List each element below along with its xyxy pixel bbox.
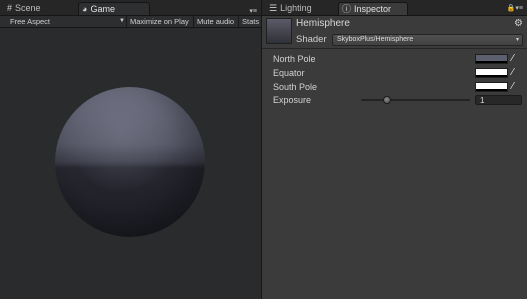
- chevron-down-icon: ▼: [119, 18, 125, 24]
- material-thumbnail: [266, 18, 292, 44]
- game-viewport[interactable]: [0, 28, 261, 299]
- tab-lighting[interactable]: ☰ Lighting: [266, 2, 334, 15]
- exposure-slider-track[interactable]: [361, 99, 470, 101]
- aspect-dropdown[interactable]: Free Aspect: [10, 16, 50, 27]
- north-pole-color-field[interactable]: [475, 54, 508, 64]
- material-header: Hemisphere ⚙ Shader SkyboxPlus/Hemispher…: [262, 16, 527, 49]
- hemisphere-preview-sphere: [55, 87, 205, 237]
- property-north-pole: North Pole ⁄: [273, 53, 523, 65]
- info-icon: ⓘ: [342, 4, 352, 14]
- eyedropper-icon[interactable]: ⁄: [512, 53, 522, 65]
- panel-menu-icon[interactable]: ▾≡: [249, 7, 257, 15]
- toolbar-divider: [238, 16, 239, 27]
- shader-dropdown[interactable]: SkyboxPlus/Hemisphere ▾: [332, 34, 523, 46]
- tab-inspector[interactable]: ⓘ Inspector: [338, 2, 408, 15]
- mute-audio-toggle[interactable]: Mute audio: [197, 16, 234, 27]
- gear-icon[interactable]: ⚙: [514, 18, 523, 29]
- dropdown-arrow-icon: ▾: [515, 37, 519, 43]
- right-tab-bar: ☰ Lighting ⓘ Inspector 🔒▾≡: [262, 0, 527, 16]
- property-south-pole: South Pole ⁄: [273, 81, 523, 93]
- game-panel: # Scene ◕ Game ▾≡ Free Aspect ▼ Maximize o…: [0, 0, 261, 299]
- exposure-slider-handle[interactable]: [383, 96, 391, 104]
- tab-game[interactable]: ◕ Game: [78, 2, 150, 15]
- maximize-on-play-toggle[interactable]: Maximize on Play: [130, 16, 189, 27]
- property-label: North Pole: [273, 54, 316, 64]
- eyedropper-icon[interactable]: ⁄: [512, 67, 522, 79]
- eyedropper-icon[interactable]: ⁄: [512, 81, 522, 93]
- stats-toggle[interactable]: Stats: [242, 16, 259, 27]
- lock-icon[interactable]: 🔒▾≡: [507, 4, 523, 12]
- inspector-panel: ☰ Lighting ⓘ Inspector 🔒▾≡ Hemisphere ⚙ Sh…: [262, 0, 527, 299]
- left-tab-bar: # Scene ◕ Game ▾≡: [0, 0, 261, 16]
- property-label: Equator: [273, 68, 305, 78]
- material-name: Hemisphere: [296, 18, 350, 29]
- toolbar-divider: [193, 16, 194, 27]
- property-exposure: Exposure 1: [273, 94, 523, 106]
- equator-color-field[interactable]: [475, 68, 508, 78]
- tab-scene[interactable]: # Scene: [4, 2, 64, 15]
- shader-label: Shader: [296, 34, 327, 45]
- scene-grid-icon: #: [7, 3, 13, 13]
- lighting-list-icon: ☰: [269, 3, 278, 13]
- property-equator: Equator ⁄: [273, 67, 523, 79]
- toolbar-divider: [126, 16, 127, 27]
- game-toolbar: Free Aspect ▼ Maximize on Play Mute audi…: [0, 16, 261, 28]
- property-label: Exposure: [273, 95, 312, 105]
- property-label: South Pole: [273, 82, 318, 92]
- south-pole-color-field[interactable]: [475, 82, 508, 92]
- game-pacman-icon: ◕: [82, 4, 88, 14]
- exposure-value-field[interactable]: 1: [475, 95, 522, 105]
